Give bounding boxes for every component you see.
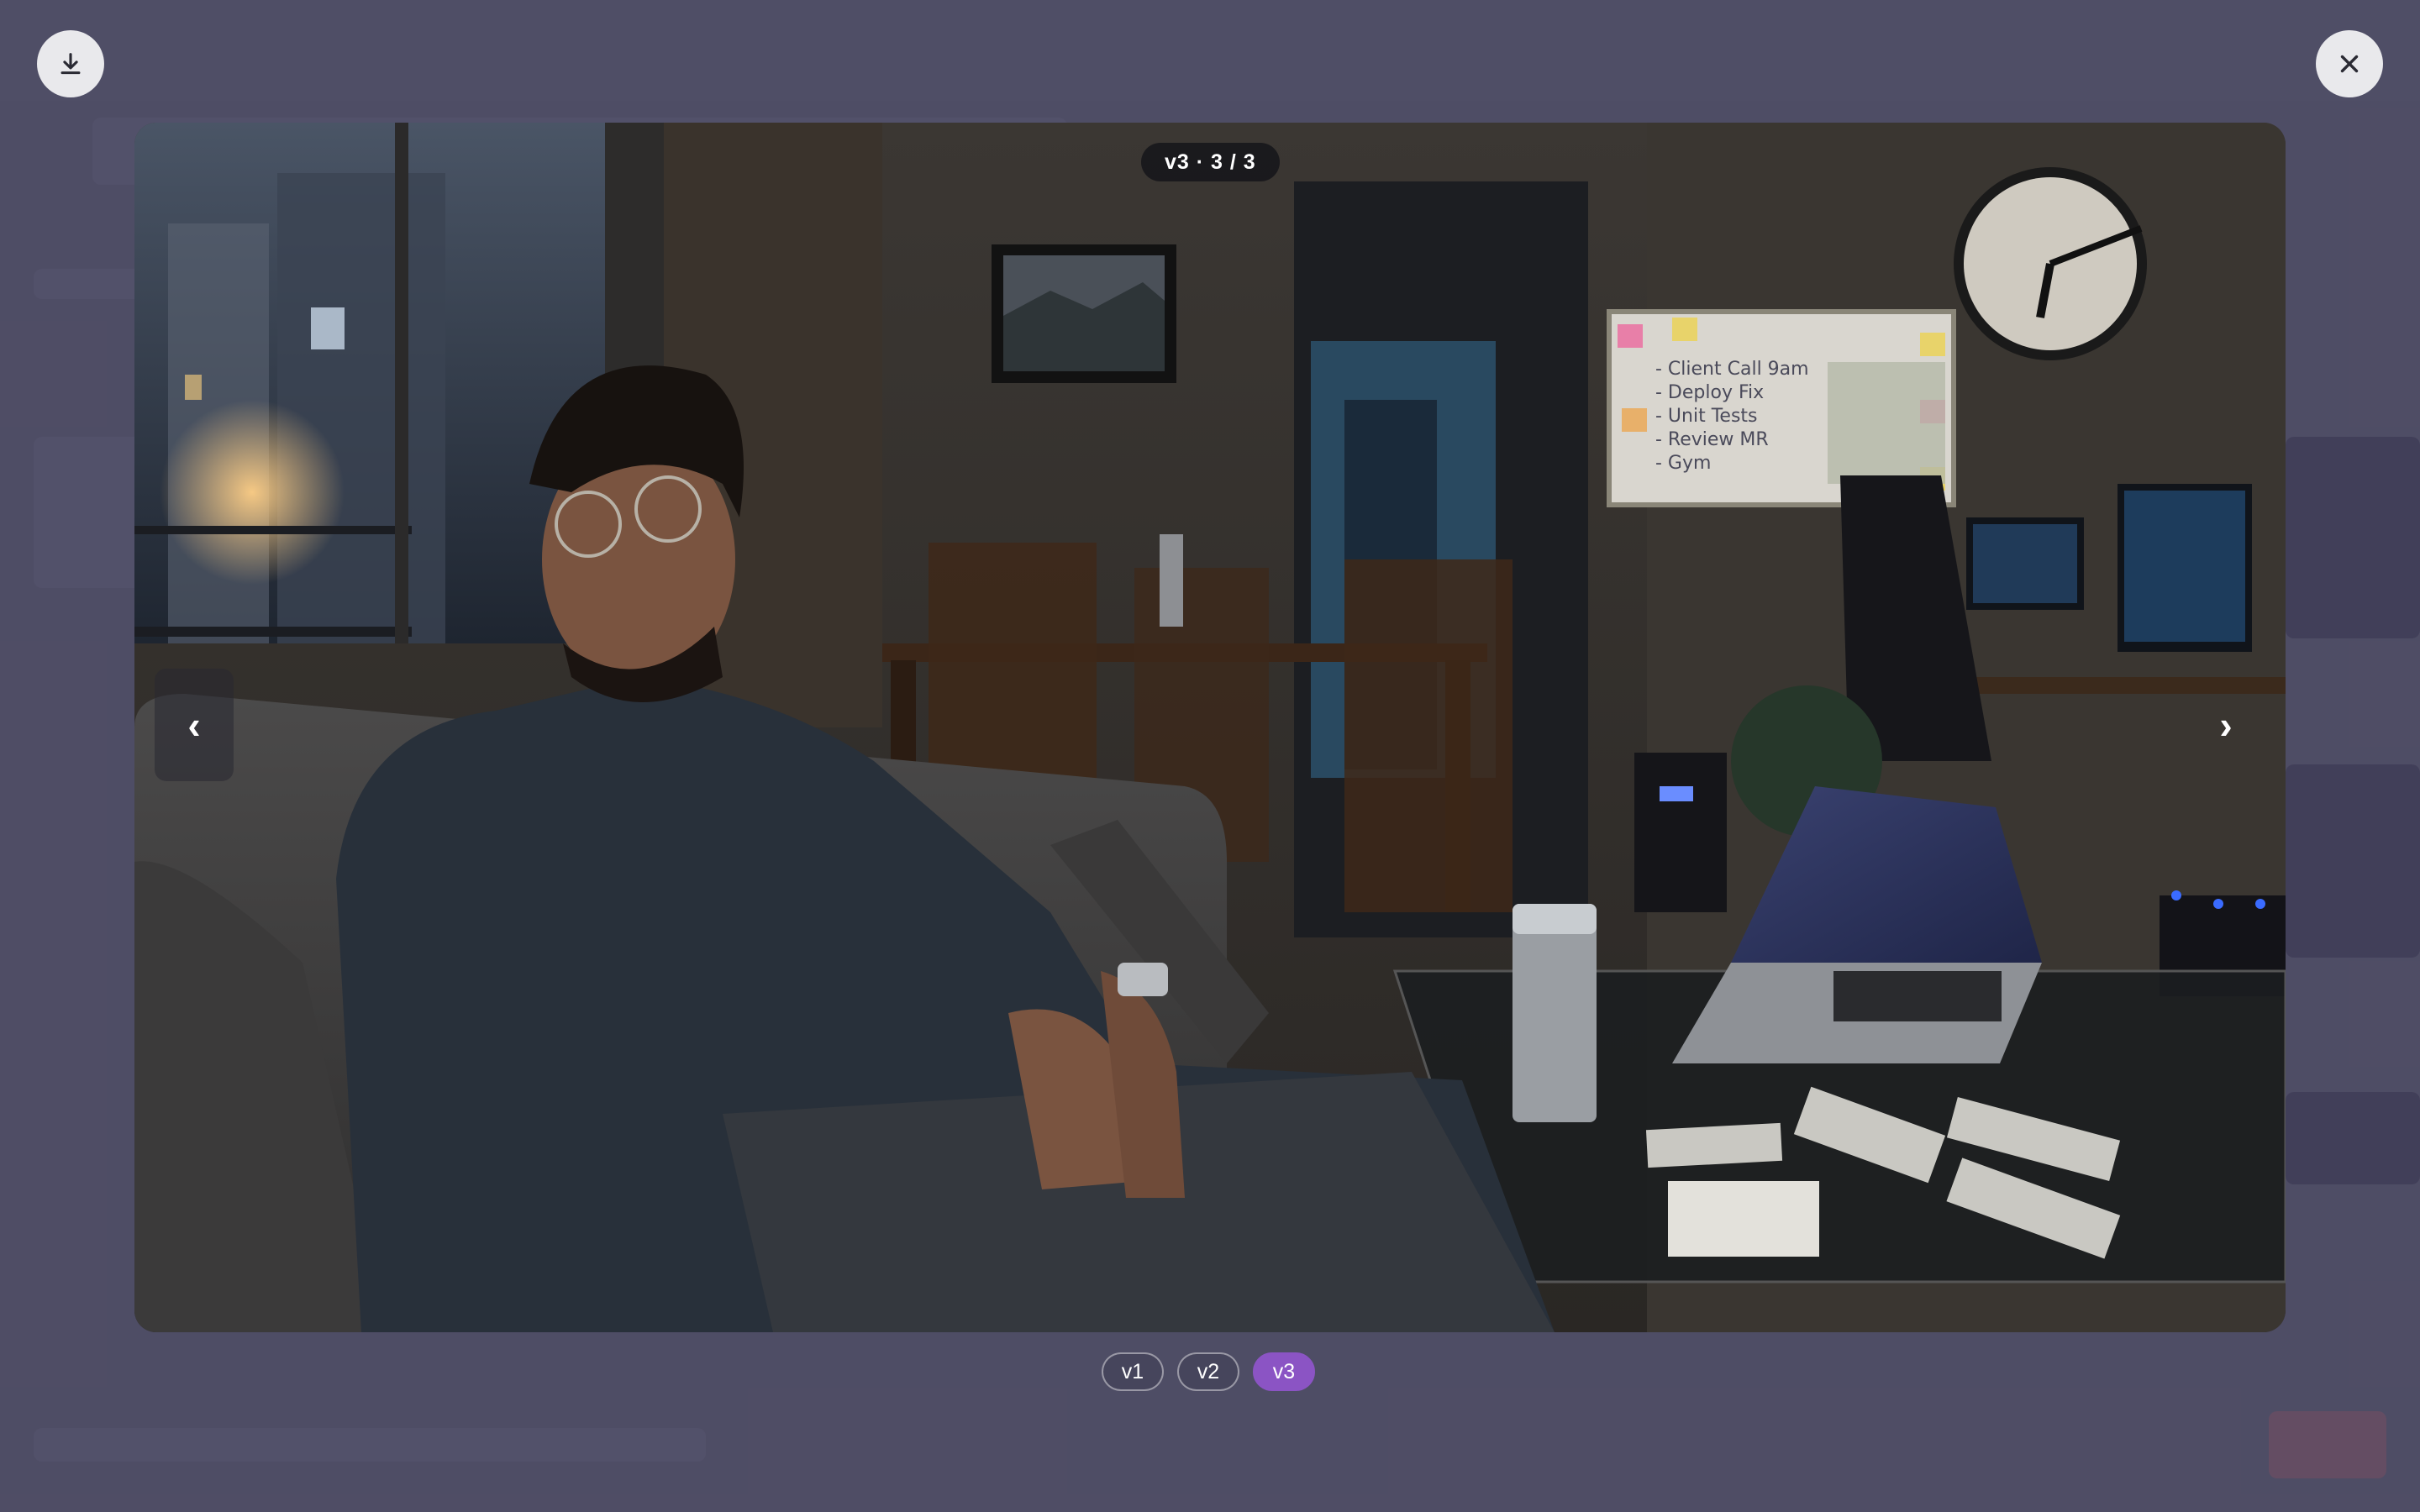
- scene-illustration: - Client Call 9am - Deploy Fix - Unit Te…: [134, 123, 2286, 1332]
- whiteboard-line: - Deploy Fix: [1655, 382, 1764, 403]
- whiteboard-line: - Client Call 9am: [1655, 359, 1809, 380]
- whiteboard-line: - Review MR: [1655, 429, 1769, 450]
- version-chip-v1[interactable]: v1: [1102, 1352, 1164, 1391]
- download-icon: [60, 53, 81, 75]
- whiteboard-line: - Gym: [1655, 453, 1711, 474]
- version-chip-v3[interactable]: v3: [1253, 1352, 1315, 1391]
- download-button[interactable]: [37, 30, 104, 97]
- close-button[interactable]: [2316, 30, 2383, 97]
- chevron-left-icon: ‹: [187, 703, 201, 747]
- close-icon: [2340, 55, 2359, 73]
- version-selector: v1 v2 v3: [1102, 1352, 1315, 1391]
- image-counter: v3 · 3 / 3: [1141, 143, 1280, 181]
- next-image-button[interactable]: ›: [2186, 669, 2265, 781]
- chevron-right-icon: ›: [2219, 703, 2233, 747]
- previous-image-button[interactable]: ‹: [155, 669, 234, 781]
- lightbox-image: - Client Call 9am - Deploy Fix - Unit Te…: [134, 123, 2286, 1332]
- whiteboard-line: - Unit Tests: [1655, 406, 1758, 427]
- version-chip-v2[interactable]: v2: [1177, 1352, 1239, 1391]
